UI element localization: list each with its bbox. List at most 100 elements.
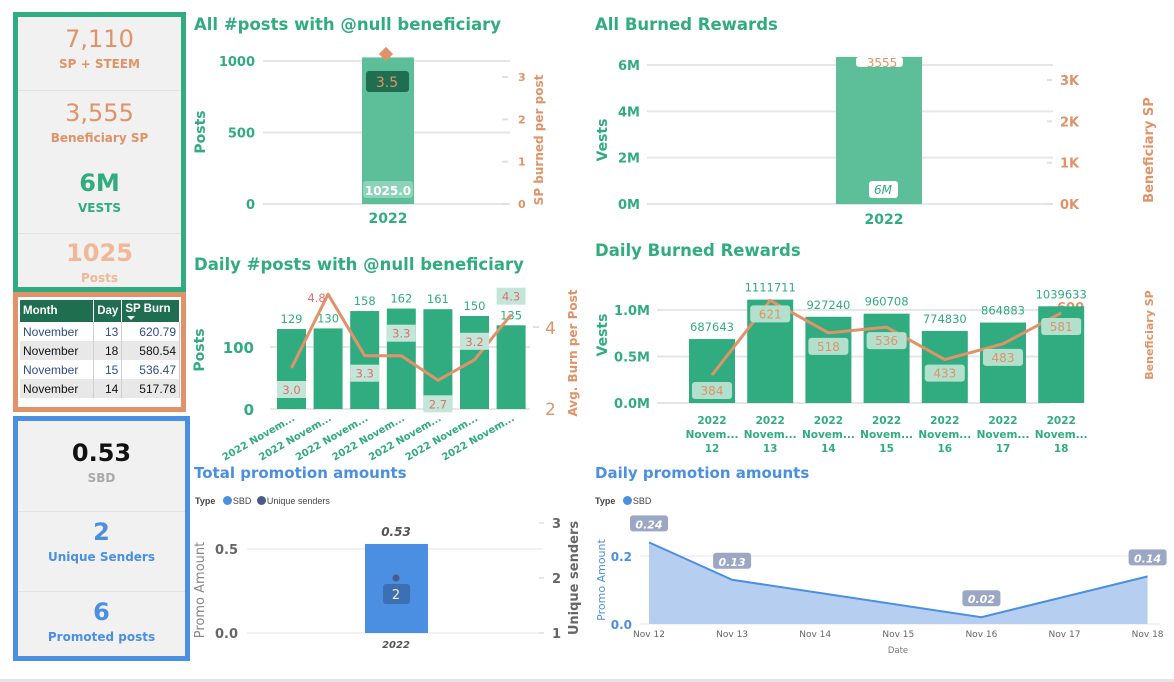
- column-header-day[interactable]: Day: [93, 300, 123, 322]
- kpi-card-posts[interactable]: 1025 Posts: [18, 239, 181, 294]
- column-header-sp-burn[interactable]: SP Burn: [121, 300, 180, 322]
- x-tick-label: 2022: [697, 415, 726, 427]
- bar-data-label: 158: [354, 294, 376, 308]
- kpi-card-beneficiary-sp[interactable]: 3,555 Beneficiary SP: [18, 99, 181, 159]
- kpi-value: 6M: [79, 169, 120, 197]
- kpi-value: 1025: [66, 239, 133, 267]
- kpi-value: 7,110: [65, 25, 134, 53]
- x-tick-label: Novem...: [918, 429, 971, 441]
- y2-axis-title: Unique senders: [567, 521, 582, 636]
- chart-all-burned[interactable]: 0M 2M 4M 6M 0K 1K 2K 3K Vests Beneficiary SP 3555 6…: [585, 40, 1174, 240]
- bar: [386, 308, 416, 409]
- line-data-label: 621: [759, 307, 782, 321]
- y-axis-title: Promo Amount: [193, 542, 208, 638]
- y-tick-label: 0.5: [215, 543, 238, 558]
- x-axis-title: Date: [888, 646, 908, 656]
- chart-title-all-burned: All Burned Rewards: [595, 15, 778, 34]
- y-tick-label: 0.5M: [614, 351, 650, 366]
- table-row[interactable]: November 18 580.54: [20, 341, 180, 360]
- y2-tick-label: 3K: [1060, 74, 1080, 89]
- legend-type-label: Type: [595, 496, 616, 506]
- line-data-label: 581: [1050, 320, 1073, 334]
- y-tick-label: 0.0M: [614, 397, 650, 412]
- marker-dot: [392, 574, 400, 582]
- table-row[interactable]: November 13 620.79: [20, 322, 180, 341]
- bar-data-label: 927240: [806, 298, 850, 312]
- x-tick-label: Novem...: [977, 429, 1030, 441]
- x-tick-label: Nov 17: [1049, 630, 1081, 640]
- data-label: 3555: [867, 56, 898, 70]
- y2-tick-label: 2K: [1060, 115, 1080, 130]
- line-data-label: 536: [875, 334, 898, 348]
- bar-data-label: 1111711: [745, 281, 796, 295]
- line-data-label: 3.3: [392, 327, 410, 341]
- bar-data-label: 687643: [690, 320, 734, 334]
- kpi-label: Beneficiary SP: [50, 131, 149, 145]
- kpi-card-promoted-posts[interactable]: 6 Promoted posts: [18, 598, 185, 658]
- x-tick-label: 2022: [1047, 415, 1076, 427]
- line-data-label: 3.3: [356, 367, 374, 381]
- sp-burn-cell: 517.78: [121, 379, 180, 398]
- kpi-value: 6: [93, 598, 110, 626]
- sp-burn-table: Month Day SP Burn November 13 620.79 Novemb…: [20, 300, 180, 398]
- data-label: 3.5: [376, 75, 398, 91]
- day-cell: 18: [93, 341, 123, 360]
- y-tick-label: 1000: [219, 55, 255, 70]
- legend-item-sbd[interactable]: SBD: [633, 496, 652, 506]
- chart-total-promo[interactable]: 0.0 0.5 Promo Amount 1 2 3 Unique senders 0.53 2…: [190, 510, 590, 660]
- table-row[interactable]: November 14 517.78: [20, 379, 180, 398]
- sort-descending-icon: [127, 315, 136, 320]
- table-row[interactable]: November 15 536.47: [20, 360, 180, 379]
- kpi-value: 0.53: [71, 439, 132, 467]
- line-data-label: 433: [933, 367, 956, 381]
- y2-tick-label: 4: [545, 319, 556, 339]
- chart-daily-posts[interactable]: 0 100 Posts 2 4 Avg. Burn per Post 129 130 158 16…: [190, 278, 590, 463]
- x-tick-label: 2022: [814, 415, 843, 427]
- line-data-label: 2.7: [429, 397, 447, 411]
- y2-axis-title: Avg. Burn per Post: [566, 289, 580, 416]
- y2-tick-label: 0: [518, 198, 526, 211]
- data-label: 6M: [874, 183, 893, 197]
- y2-tick-label: 2: [518, 113, 526, 126]
- y2-tick-label: 2: [545, 400, 556, 420]
- line-data-label: 483: [992, 351, 1015, 365]
- y-tick-label: 0: [246, 198, 255, 213]
- kpi-label: SBD: [87, 471, 116, 485]
- legend-item-sbd[interactable]: SBD: [233, 496, 252, 506]
- line-data-label: 384: [701, 384, 724, 398]
- legend-type-label: Type: [195, 496, 216, 506]
- bar: [460, 316, 489, 409]
- y-tick-label: 0: [244, 401, 254, 419]
- y-axis-title: Posts: [193, 110, 209, 153]
- bar-data-label: 1039633: [1036, 287, 1087, 301]
- x-tick-label: Novem...: [1035, 429, 1088, 441]
- x-tick-label: Nov 15: [882, 630, 914, 640]
- day-cell: 13: [93, 322, 123, 341]
- kpi-card-sbd[interactable]: 0.53 SBD: [18, 439, 185, 512]
- month-cell: November: [20, 322, 95, 341]
- legend-daily-promo: Type SBD: [595, 496, 651, 506]
- line-data-label: 3.0: [282, 383, 300, 397]
- chart-title-total-promo: Total promotion amounts: [194, 464, 407, 482]
- legend-dot-icon: [222, 496, 232, 505]
- x-tick-label: Novem...: [860, 429, 913, 441]
- chart-daily-burned[interactable]: 0.0M0.5M1.0MVests400600Beneficiary SP687…: [585, 265, 1174, 465]
- chart-all-posts[interactable]: 0 500 1000 0 1 2 3 Posts SP burned per post 1025.…: [190, 40, 560, 240]
- data-label: 0.14: [1134, 552, 1161, 565]
- chart-daily-promo[interactable]: 0.0 0.2Promo Amount 0.24 0.13 0.02 0.14 Nov 12…: [585, 510, 1174, 660]
- x-tick-label: 2022: [872, 415, 901, 427]
- x-tick-label: 15: [879, 443, 894, 455]
- legend-item-unique-senders[interactable]: Unique senders: [267, 496, 330, 506]
- y-tick-label: 0.0: [215, 627, 238, 642]
- x-tick-label: 2022: [988, 415, 1017, 427]
- x-tick-label: 2022: [930, 415, 959, 427]
- data-label: 0.02: [968, 593, 995, 606]
- kpi-card-sp-steem[interactable]: 7,110 SP + STEEM: [18, 25, 181, 91]
- kpi-label: Unique Senders: [48, 550, 155, 564]
- kpi-card-vests[interactable]: 6M VESTS: [18, 169, 181, 234]
- sp-burn-cell: 620.79: [121, 322, 180, 341]
- sp-burn-table-panel: Month Day SP Burn November 13 620.79 Novemb…: [13, 292, 186, 412]
- column-header-month[interactable]: Month: [20, 300, 95, 322]
- kpi-card-unique-senders[interactable]: 2 Unique Senders: [18, 518, 185, 592]
- kpi-label: Posts: [80, 271, 119, 285]
